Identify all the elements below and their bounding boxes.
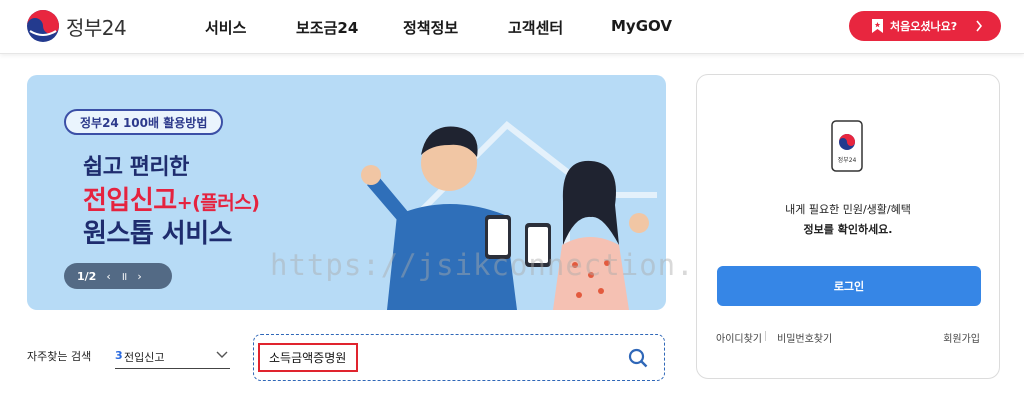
nav-policy-info[interactable]: 정책정보 [403, 17, 458, 38]
first-visit-label: 처음오셨나요? [890, 20, 958, 33]
banner-line-2: 전입신고+(플러스) [83, 180, 260, 217]
login-button[interactable]: 로그인 [717, 266, 981, 306]
banner-line-3: 원스톱 서비스 [83, 219, 233, 249]
keyword-rank: 3 [115, 349, 123, 362]
search-icon[interactable] [628, 348, 648, 368]
search-input[interactable] [258, 343, 358, 372]
nav-mygov[interactable]: MyGOV [611, 17, 672, 35]
nav-services[interactable]: 서비스 [205, 17, 246, 38]
taegeuk-emblem-icon [27, 10, 59, 42]
chevron-down-icon [216, 351, 228, 358]
banner-pill: 정부24 100배 활용방법 [64, 109, 224, 135]
banner-page-indicator: 1/2 [77, 269, 97, 283]
banner-controls: 1/2 ‹ ॥ › [64, 263, 172, 289]
keyword-text: 전입신고 [124, 351, 165, 364]
banner-pause-button[interactable]: ॥ [121, 269, 128, 284]
phone-caption: 정부24 [838, 157, 857, 164]
mobile-phone-icon: 정부24 [831, 120, 863, 172]
link-divider [765, 331, 766, 341]
banner-next-button[interactable]: › [137, 270, 141, 283]
search-box [253, 334, 665, 381]
frequent-search-label: 자주찾는 검색 [27, 350, 92, 363]
bookmark-icon [872, 19, 883, 33]
login-message-2: 정보를 확인하세요. [803, 223, 893, 236]
banner-line-2-main: 전입신고 [83, 186, 177, 216]
site-header: 정부24 서비스 보조금24 정책정보 고객센터 MyGOV 처음오셨나요? [0, 0, 1024, 54]
banner-prev-button[interactable]: ‹ [106, 270, 110, 283]
watermark-text: https://jsikconnection.com/ [270, 248, 769, 282]
find-id-link[interactable]: 아이디찾기 [716, 330, 762, 345]
find-password-link[interactable]: 비밀번호찾기 [777, 330, 832, 345]
logo-text: 정부24 [66, 15, 127, 40]
login-message-1: 내게 필요한 민원/생활/혜택 [785, 203, 911, 216]
banner-line-1: 쉽고 편리한 [83, 155, 189, 180]
frequent-keyword-select[interactable]: 3 전입신고 [115, 341, 230, 369]
logo[interactable]: 정부24 [26, 9, 127, 43]
login-panel: 정부24 내게 필요한 민원/생활/혜택 정보를 확인하세요. 로그인 아이디찾… [696, 74, 1000, 379]
banner-line-2-plus: +(플러스) [176, 192, 260, 214]
first-visit-button[interactable]: 처음오셨나요? [849, 11, 1001, 41]
nav-subsidy24[interactable]: 보조금24 [296, 17, 358, 38]
nav-customer-center[interactable]: 고객센터 [508, 17, 563, 38]
chevron-right-icon [976, 20, 983, 32]
signup-link[interactable]: 회원가입 [943, 330, 980, 345]
